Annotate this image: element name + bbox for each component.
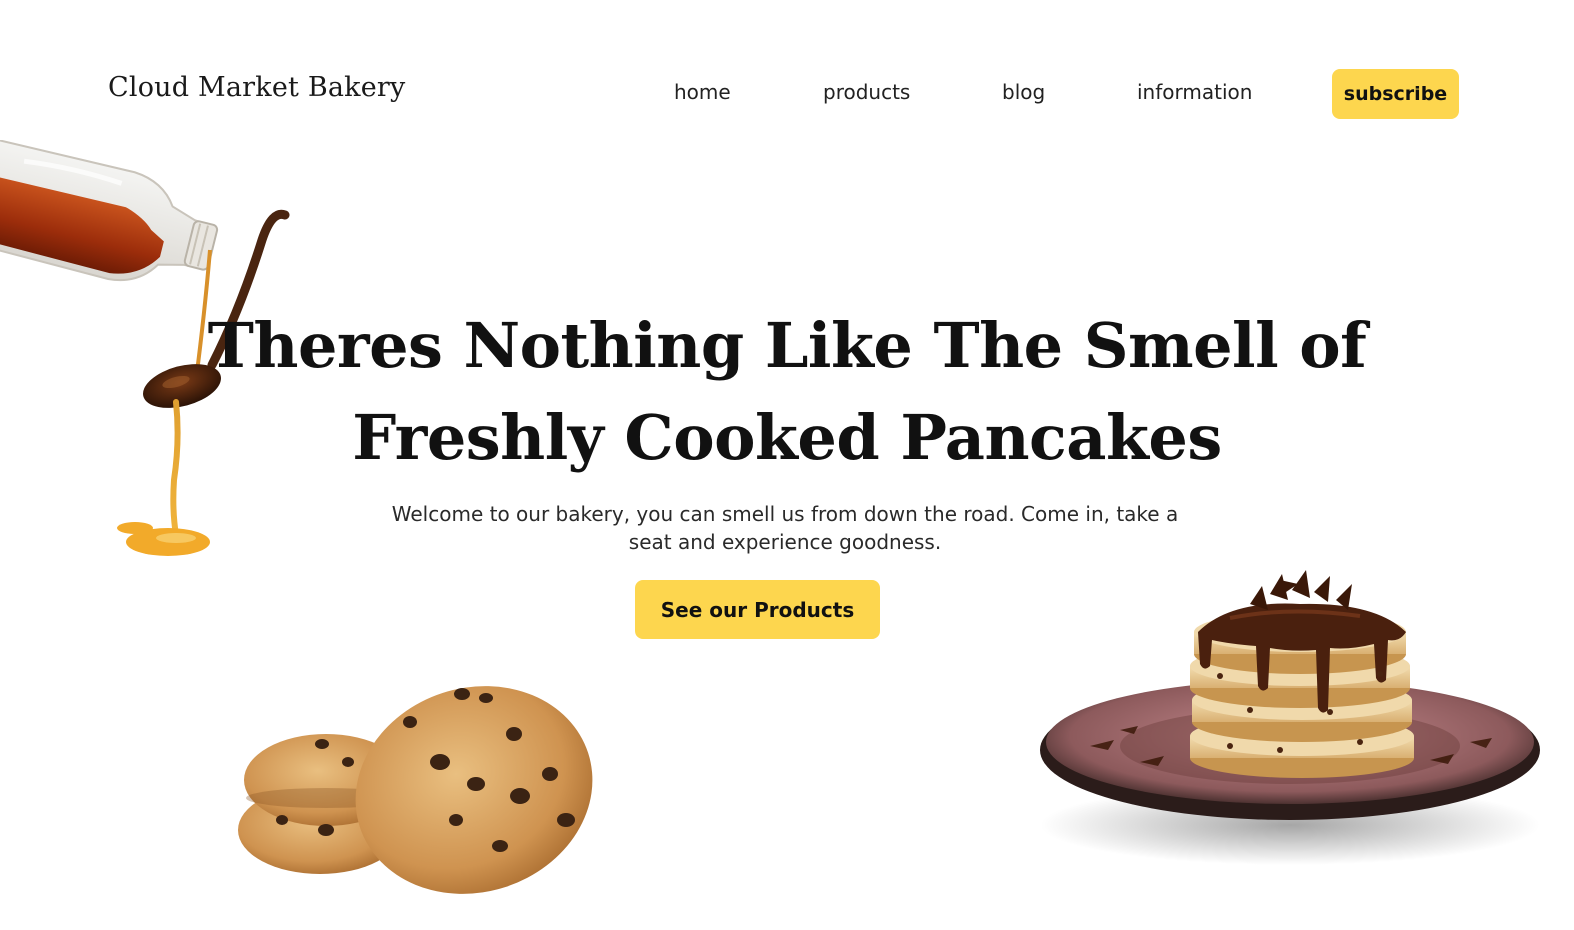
landing-page: Cloud Market Bakery home products blog i… (0, 0, 1574, 930)
nav-link-blog[interactable]: blog (1002, 80, 1045, 104)
nav-link-information[interactable]: information (1137, 80, 1252, 104)
nav-link-products[interactable]: products (823, 80, 910, 104)
hero-title: Theres Nothing Like The Smell of Freshly… (207, 309, 1367, 474)
see-products-button[interactable]: See our Products (635, 580, 880, 639)
cookies-image (238, 686, 593, 894)
subscribe-button[interactable]: subscribe (1332, 69, 1459, 119)
nav-link-home[interactable]: home (674, 80, 731, 104)
pancakes-image (1040, 570, 1540, 865)
hero-subtitle: Welcome to our bakery, you can smell us … (391, 502, 1179, 554)
